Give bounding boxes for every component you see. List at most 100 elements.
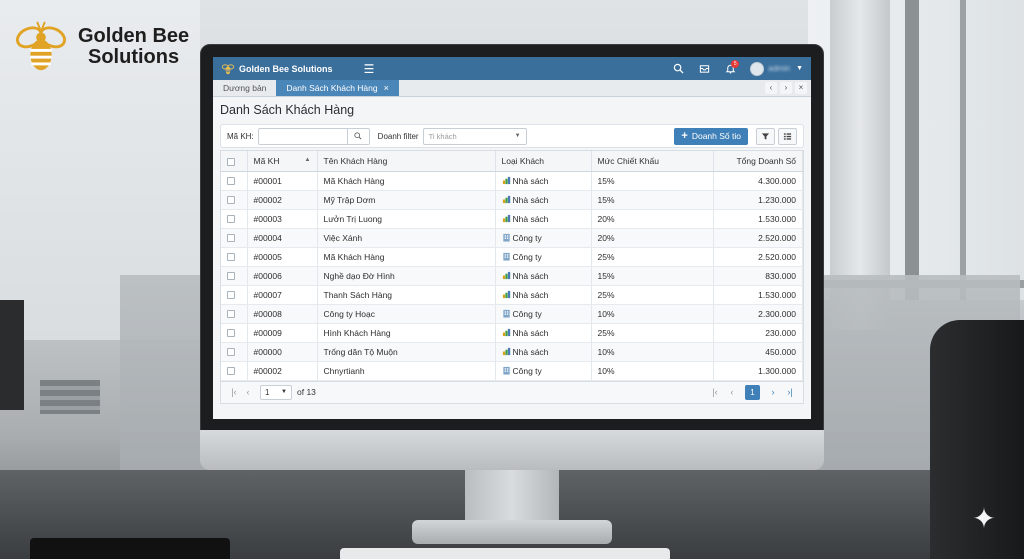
bookstore-icon xyxy=(502,328,513,338)
cell-type: Công ty xyxy=(495,247,592,267)
row-select-cell xyxy=(221,323,248,343)
select-all-checkbox[interactable] xyxy=(227,157,235,166)
cell-type-label: Nhà sách xyxy=(512,175,549,186)
table-row[interactable]: #00002 Chnyrtianh Công ty 10% 1.300.000 xyxy=(221,361,803,381)
row-checkbox[interactable] xyxy=(227,367,235,376)
background-window-frame xyxy=(960,0,966,300)
row-checkbox[interactable] xyxy=(227,348,235,357)
row-select-cell xyxy=(221,304,248,324)
sort-asc-icon[interactable]: ▲ xyxy=(305,157,311,163)
cell-total: 1.530.000 xyxy=(713,285,803,305)
close-icon[interactable]: × xyxy=(795,82,807,94)
row-select-cell xyxy=(221,342,248,362)
first-page-icon[interactable]: |‹ xyxy=(227,385,241,399)
column-header-total[interactable]: Tổng Doanh Số xyxy=(713,151,803,172)
current-page-button[interactable]: 1 xyxy=(745,384,760,400)
filter-bar: Mã KH: Doanh filter Ti khách ▼ + Doanh S… xyxy=(220,124,804,148)
cell-type: Công ty xyxy=(495,228,592,248)
columns-button[interactable] xyxy=(778,127,797,145)
add-revenue-button[interactable]: + Doanh Số tio xyxy=(674,127,748,145)
table-row[interactable]: #00001 Mã Khách Hàng Nhà sách 15% 4.300.000 xyxy=(221,171,803,191)
cell-type-label: Nhà sách xyxy=(512,213,549,224)
cell-code: #00009 xyxy=(247,323,318,343)
table-row[interactable]: #00005 Mã Khách Hàng Công ty 25% 2.520.000 xyxy=(221,247,803,267)
row-checkbox[interactable] xyxy=(227,291,235,300)
search-icon[interactable] xyxy=(668,60,688,78)
filter-button[interactable] xyxy=(756,127,775,145)
column-header-label: Mức Chiết Khấu xyxy=(597,155,659,166)
chevron-left-icon[interactable]: ‹ xyxy=(765,82,777,94)
pagination: |‹ ‹ 1 ▼ of 13 |‹ ‹ 1 › ›| xyxy=(220,381,804,404)
cell-name: Chnyrtianh xyxy=(317,361,496,381)
prev-page-icon[interactable]: ‹ xyxy=(241,385,255,399)
bookstore-icon xyxy=(502,271,513,281)
page-total: of 13 xyxy=(297,387,316,397)
prev-page-icon[interactable]: ‹ xyxy=(725,385,739,399)
chevron-down-icon[interactable]: ▼ xyxy=(796,65,803,72)
next-page-icon[interactable]: › xyxy=(766,385,780,399)
revenue-filter-select[interactable]: Ti khách ▼ xyxy=(422,127,527,145)
table-row[interactable]: #00007 Thanh Sách Hàng Nhà sách 25% 1.530.00… xyxy=(221,285,803,305)
first-page-icon[interactable]: |‹ xyxy=(708,385,722,399)
table-row[interactable]: #00003 Lưởn Trị Luong Nhà sách 20% 1.530.000 xyxy=(221,209,803,229)
row-checkbox[interactable] xyxy=(227,329,235,338)
notification-bell-icon[interactable]: 5 xyxy=(720,59,740,78)
bookstore-icon xyxy=(502,347,513,357)
tab-bar: Dương bản Danh Sách Khách Hàng × ‹ › × xyxy=(213,80,811,97)
row-checkbox[interactable] xyxy=(227,196,235,205)
page-select[interactable]: 1 ▼ xyxy=(260,384,292,400)
column-header-name[interactable]: Tên Khách Hàng xyxy=(317,151,496,172)
row-checkbox[interactable] xyxy=(227,234,235,243)
revenue-filter-placeholder: Ti khách xyxy=(428,131,457,141)
row-select-cell xyxy=(221,228,248,248)
row-checkbox[interactable] xyxy=(227,177,235,186)
chevron-right-icon[interactable]: › xyxy=(780,82,792,94)
cell-total: 230.000 xyxy=(713,323,803,343)
app-screen: Golden Bee Solutions ☰ 5 admin ▼ Dương b… xyxy=(213,57,811,419)
cell-total: 450.000 xyxy=(713,342,803,362)
column-header-type[interactable]: Loại Khách xyxy=(495,151,592,172)
plus-icon: + xyxy=(681,130,688,142)
tab-controls: ‹ › × xyxy=(765,82,807,94)
table-row[interactable]: #00009 Hình Khách Hàng Nhà sách 25% 230.000 xyxy=(221,323,803,343)
table-row[interactable]: #00002 Mỹ Trập Dơm Nhà sách 15% 1.230.000 xyxy=(221,190,803,210)
table-row[interactable]: #00008 Công ty Hoạc Công ty 10% 2.300.000 xyxy=(221,304,803,324)
last-page-icon[interactable]: ›| xyxy=(783,385,797,399)
customer-code-input[interactable] xyxy=(257,127,348,145)
menu-toggle-icon[interactable]: ☰ xyxy=(359,62,379,76)
background-monitor xyxy=(0,300,24,410)
cell-name: Lưởn Trị Luong xyxy=(317,209,496,229)
close-icon[interactable]: × xyxy=(384,80,389,96)
row-checkbox[interactable] xyxy=(227,215,235,224)
cell-total: 1.230.000 xyxy=(713,190,803,210)
table-row[interactable]: #00004 Việc Xánh Công ty 20% 2.520.000 xyxy=(221,228,803,248)
row-select-cell xyxy=(221,361,248,381)
cell-code: #00002 xyxy=(247,361,318,381)
cell-total: 830.000 xyxy=(713,266,803,286)
list-icon xyxy=(783,132,792,140)
row-checkbox[interactable] xyxy=(227,310,235,319)
monitor-stand-base xyxy=(412,520,612,544)
cell-type-label: Nhà sách xyxy=(512,289,549,300)
cell-name: Công ty Hoạc xyxy=(317,304,496,324)
cell-discount: 25% xyxy=(591,285,714,305)
column-header-discount[interactable]: Mức Chiết Khấu xyxy=(591,151,714,172)
row-checkbox[interactable] xyxy=(227,272,235,281)
cell-discount: 25% xyxy=(591,247,714,267)
cell-name: Trống dăn Tộ Muộn xyxy=(317,342,496,362)
row-checkbox[interactable] xyxy=(227,253,235,262)
table-row[interactable]: #00006 Nghề dạo Đờ Hình Nhà sách 15% 830.000 xyxy=(221,266,803,286)
column-header-code[interactable]: Mã KH ▲ xyxy=(247,151,318,172)
user-name[interactable]: admin xyxy=(768,64,790,73)
avatar[interactable] xyxy=(750,61,765,76)
page-title: Danh Sách Khách Hàng xyxy=(220,103,355,117)
inbox-icon[interactable] xyxy=(694,60,714,78)
brand-name-line1: Golden Bee xyxy=(78,25,190,47)
cell-name: Mã Khách Hàng xyxy=(317,171,496,191)
table-row[interactable]: #00000 Trống dăn Tộ Muộn Nhà sách 10% 450.00… xyxy=(221,342,803,362)
tab-customer-list[interactable]: Danh Sách Khách Hàng × xyxy=(276,80,399,96)
tab-duong-ban[interactable]: Dương bản xyxy=(213,80,276,96)
search-button[interactable] xyxy=(347,127,370,145)
cell-total: 1.300.000 xyxy=(713,361,803,381)
cell-type: Công ty xyxy=(495,361,592,381)
